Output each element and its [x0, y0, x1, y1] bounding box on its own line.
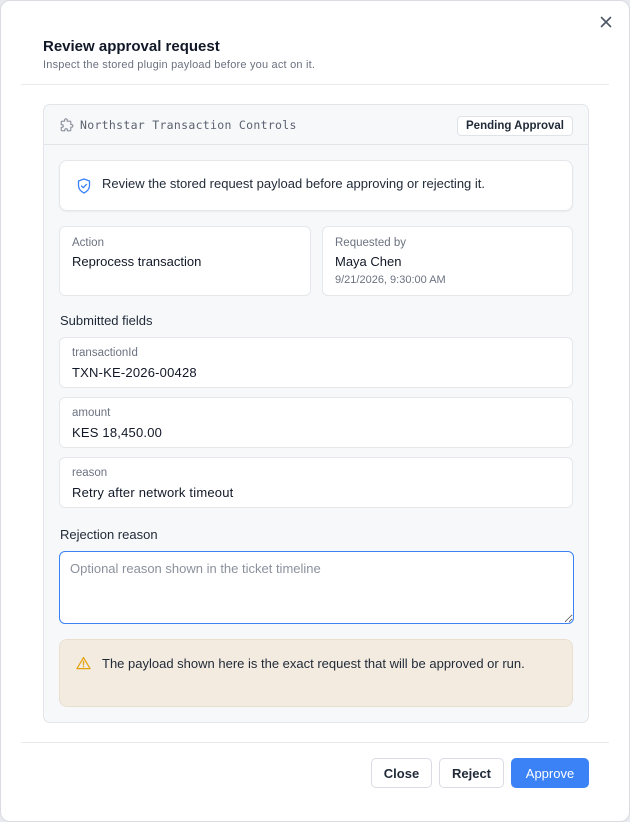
field-value: KES 18,450.00 — [72, 425, 163, 440]
approval-dialog: Review approval request Inspect the stor… — [0, 0, 630, 822]
plugin-panel-header: Northstar Transaction Controls Pending A… — [44, 105, 588, 145]
field-value: Retry after network timeout — [72, 485, 234, 500]
header-divider — [21, 84, 609, 85]
close-button[interactable]: Close — [371, 758, 432, 788]
footer-divider — [21, 742, 609, 743]
requested-by-label: Requested by — [335, 237, 406, 249]
action-label: Action — [72, 237, 104, 249]
plugin-name: Northstar Transaction Controls — [80, 118, 297, 132]
status-badge: Pending Approval — [457, 116, 573, 136]
notice-text: Review the stored request payload before… — [102, 176, 485, 191]
field-row: reason Retry after network timeout — [59, 457, 573, 508]
requested-timestamp: 9/21/2026, 9:30:00 AM — [335, 274, 446, 286]
warning-text: The payload shown here is the exact requ… — [102, 656, 525, 671]
warning-banner: The payload shown here is the exact requ… — [59, 639, 573, 707]
plugin-panel: Northstar Transaction Controls Pending A… — [43, 104, 589, 723]
dialog-header: Review approval request Inspect the stor… — [43, 38, 315, 71]
dialog-title: Review approval request — [43, 38, 220, 55]
field-value: TXN-KE-2026-00428 — [72, 365, 197, 380]
rejection-reason-input[interactable] — [59, 551, 574, 624]
close-icon[interactable] — [597, 13, 615, 31]
action-value: Reprocess transaction — [72, 254, 202, 269]
requested-by-card: Requested by Maya Chen 9/21/2026, 9:30:0… — [322, 226, 573, 296]
requester-name: Maya Chen — [335, 254, 402, 269]
field-row: amount KES 18,450.00 — [59, 397, 573, 448]
field-row: transactionId TXN-KE-2026-00428 — [59, 337, 573, 388]
field-label: reason — [72, 467, 108, 479]
rejection-reason-label: Rejection reason — [60, 527, 158, 542]
notice-banner: Review the stored request payload before… — [59, 160, 573, 211]
submitted-fields-heading: Submitted fields — [60, 313, 153, 328]
approve-button[interactable]: Approve — [511, 758, 589, 788]
warning-icon — [76, 656, 91, 670]
reject-button[interactable]: Reject — [439, 758, 504, 788]
action-card: Action Reprocess transaction — [59, 226, 311, 296]
field-label: transactionId — [72, 347, 138, 359]
field-label: amount — [72, 407, 111, 419]
shield-icon — [77, 178, 91, 194]
puzzle-icon — [59, 118, 74, 133]
dialog-subtitle: Inspect the stored plugin payload before… — [43, 59, 316, 71]
